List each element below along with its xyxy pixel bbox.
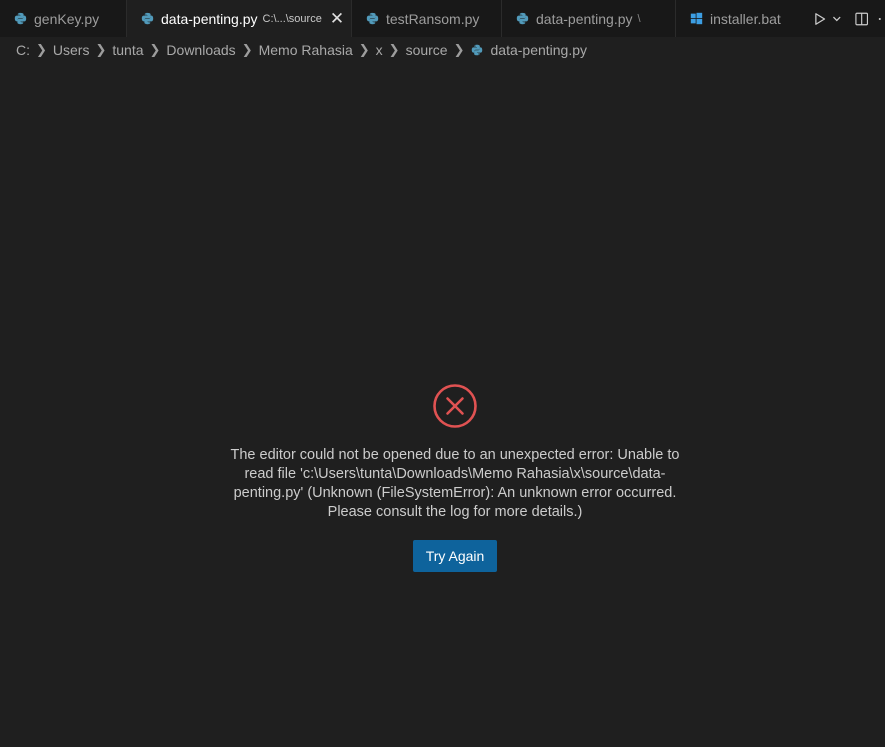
- try-again-button[interactable]: Try Again: [412, 540, 498, 572]
- breadcrumb-item[interactable]: Downloads: [166, 42, 235, 58]
- breadcrumb-item[interactable]: x: [376, 42, 383, 58]
- python-icon: [141, 12, 154, 25]
- breadcrumb-file[interactable]: data-penting.py: [471, 42, 588, 58]
- breadcrumb-item[interactable]: source: [406, 42, 448, 58]
- tab-label: data-penting.py: [161, 10, 258, 27]
- chevron-right-icon: ❯: [453, 42, 465, 57]
- breadcrumb-item[interactable]: Users: [53, 42, 90, 58]
- error-circle-icon: [433, 384, 477, 428]
- python-icon: [516, 12, 529, 25]
- error-message: The editor could not be opened due to an…: [230, 447, 680, 520]
- tab-label: genKey.py: [34, 10, 100, 27]
- python-icon: [471, 44, 482, 56]
- tab-bar: genKey.py data-penting.py C:\...\source …: [0, 0, 885, 37]
- editor-actions: [805, 0, 885, 37]
- chevron-right-icon: ❯: [388, 42, 400, 57]
- tab-genkey[interactable]: genKey.py: [0, 0, 127, 37]
- tab-data-penting-2[interactable]: data-penting.py \: [502, 0, 676, 37]
- more-icon[interactable]: [875, 11, 885, 27]
- tab-label: installer.bat: [710, 10, 781, 27]
- breadcrumb-file-label: data-penting.py: [490, 42, 588, 58]
- close-icon[interactable]: ✕: [330, 10, 344, 27]
- chevron-down-icon[interactable]: [832, 12, 842, 26]
- windows-icon: [690, 12, 703, 25]
- breadcrumb-item[interactable]: tunta: [112, 42, 143, 58]
- chevron-right-icon: ❯: [149, 42, 161, 57]
- breadcrumb: C: ❯ Users ❯ tunta ❯ Downloads ❯ Memo Ra…: [0, 37, 885, 63]
- python-icon: [366, 12, 379, 25]
- editor-error-placeholder: The editor could not be opened due to an…: [0, 383, 885, 572]
- run-icon[interactable]: [813, 12, 826, 26]
- tab-label: data-penting.py: [536, 10, 633, 27]
- tab-description: C:\...\source: [262, 12, 322, 25]
- split-editor-icon[interactable]: [854, 11, 869, 27]
- python-icon: [14, 12, 27, 25]
- tab-description: \: [637, 12, 641, 25]
- chevron-right-icon: ❯: [241, 42, 253, 57]
- tab-data-penting-active[interactable]: data-penting.py C:\...\source ✕: [127, 0, 352, 37]
- chevron-right-icon: ❯: [36, 42, 47, 57]
- tab-installer[interactable]: installer.bat: [676, 0, 806, 37]
- breadcrumb-item[interactable]: Memo Rahasia: [259, 42, 353, 58]
- breadcrumb-item[interactable]: C:: [16, 42, 30, 58]
- chevron-right-icon: ❯: [95, 42, 107, 57]
- tab-label: testRansom.py: [386, 10, 480, 27]
- tab-testransom[interactable]: testRansom.py: [352, 0, 502, 37]
- chevron-right-icon: ❯: [358, 42, 370, 57]
